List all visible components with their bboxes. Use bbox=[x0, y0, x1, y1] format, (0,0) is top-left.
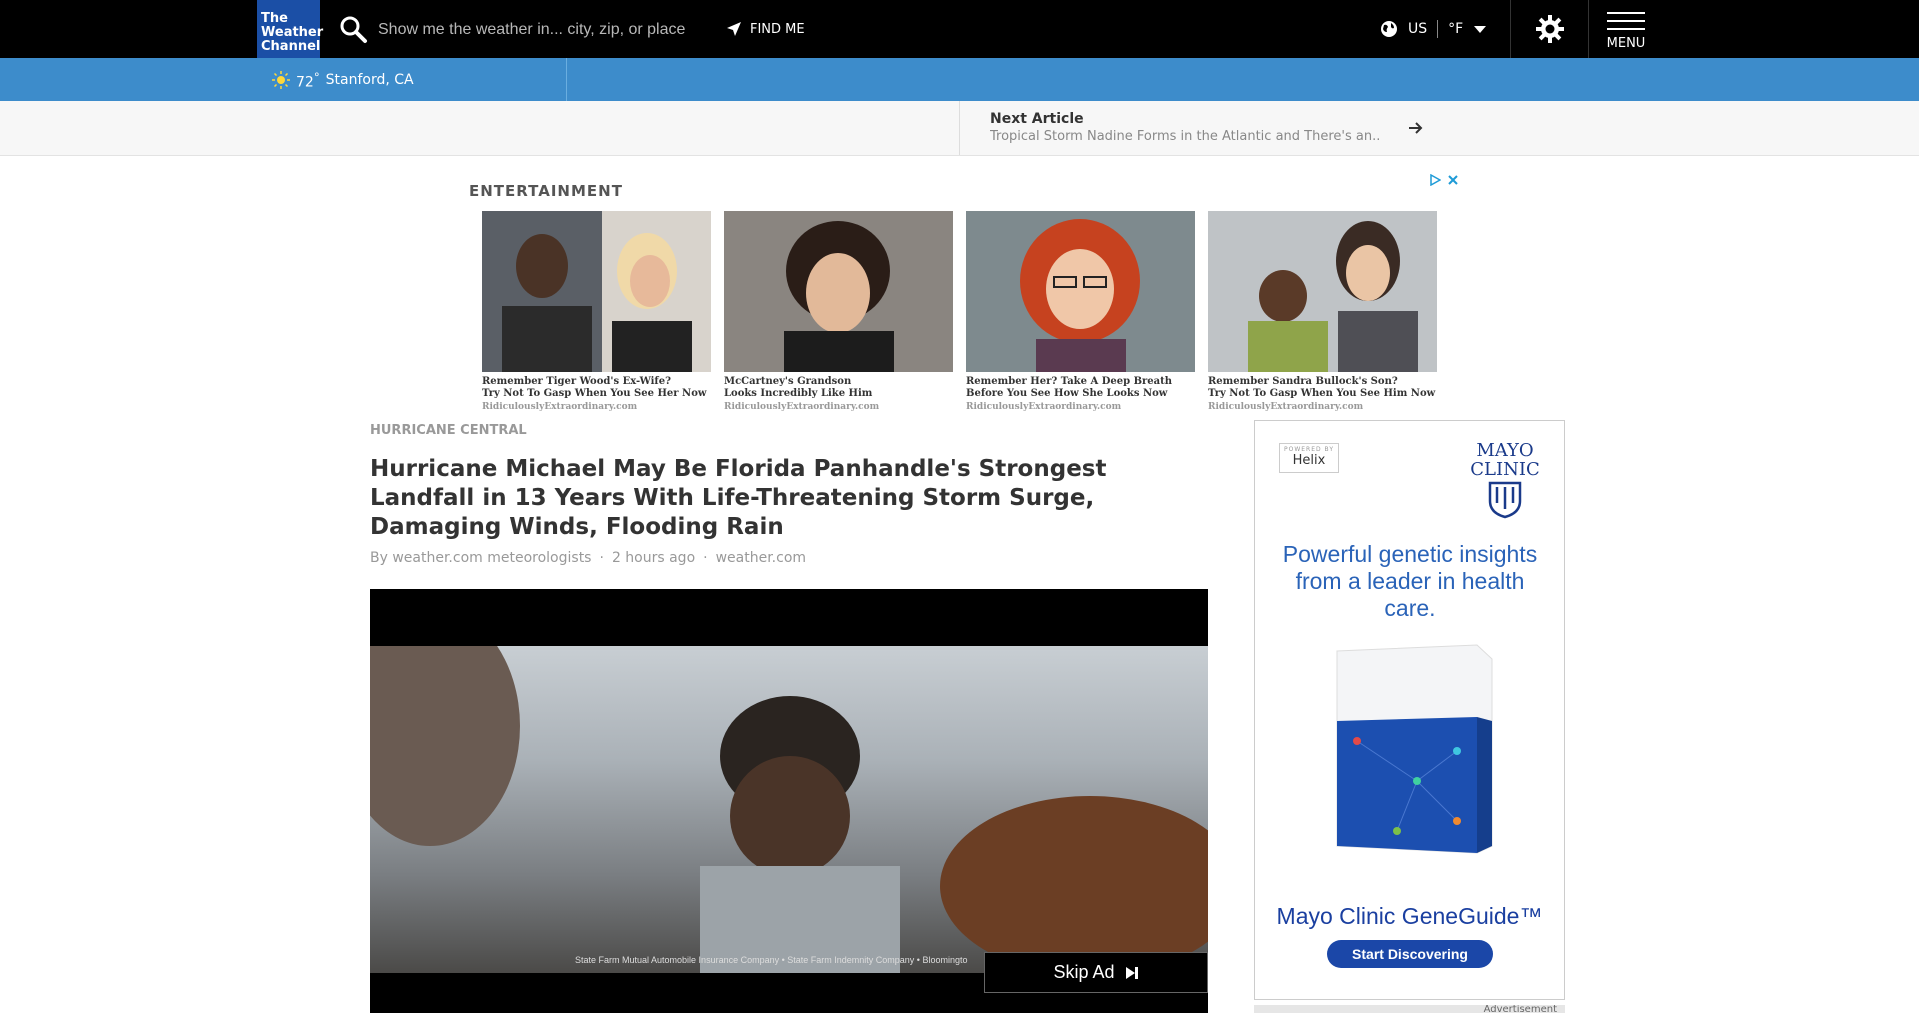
location-bar-divider bbox=[566, 58, 567, 101]
byline-author[interactable]: By weather.com meteorologists bbox=[370, 550, 591, 566]
sponsored-card-headline-2: Try Not To Gasp When You See Her Now bbox=[482, 388, 707, 399]
sponsored-card-headline-1: Remember Her? Take A Deep Breath bbox=[966, 376, 1173, 387]
skip-ad-label: Skip Ad bbox=[1053, 962, 1115, 982]
sponsored-card-image bbox=[724, 211, 953, 372]
sponsored-card-source: RidiculouslyExtraordinary.com bbox=[482, 402, 638, 412]
advertisement-label: Advertisement bbox=[1254, 1005, 1565, 1013]
entertainment-ad-label: ENTERTAINMENT bbox=[469, 182, 623, 200]
globe-icon bbox=[1381, 21, 1397, 37]
temperature-unit: °F bbox=[1448, 21, 1464, 37]
next-article-title[interactable]: Tropical Storm Nadine Forms in the Atlan… bbox=[990, 129, 1380, 144]
current-temperature: 72° bbox=[296, 70, 320, 91]
logo-line-3: Channel bbox=[261, 39, 321, 54]
find-me-button[interactable]: FIND ME bbox=[726, 16, 805, 42]
hamburger-icon bbox=[1607, 12, 1645, 14]
sponsored-card[interactable]: Remember Her? Take A Deep Breath Before … bbox=[966, 211, 1195, 412]
degree-symbol: ° bbox=[313, 70, 320, 84]
sponsored-card-headline-1: Remember Sandra Bullock's Son? bbox=[1208, 376, 1398, 387]
sun-icon bbox=[272, 71, 290, 90]
adchoices-play-icon[interactable] bbox=[1429, 174, 1441, 186]
sponsored-card-headline-2: Looks Incredibly Like Him bbox=[724, 388, 873, 399]
video-frame bbox=[370, 606, 1208, 976]
next-article-divider bbox=[959, 101, 960, 155]
geneguide-product-box bbox=[1336, 644, 1493, 854]
arrow-right-icon[interactable] bbox=[1406, 119, 1424, 137]
sponsored-card[interactable]: Remember Tiger Wood's Ex-Wife? Try Not T… bbox=[482, 211, 711, 412]
powered-by-helix-badge: POWERED BY Helix bbox=[1279, 443, 1339, 473]
ad-product-name: Mayo Clinic GeneGuide™ bbox=[1276, 903, 1543, 929]
byline-separator: · bbox=[703, 550, 708, 566]
sponsored-card-image bbox=[1208, 211, 1437, 372]
nav-divider bbox=[1588, 0, 1589, 58]
ad-headline: Powerful genetic insights from a leader … bbox=[1282, 541, 1538, 621]
nav-divider bbox=[1510, 0, 1511, 58]
sponsored-card-image bbox=[482, 211, 711, 372]
article-headline: Hurricane Michael May Be Florida Panhand… bbox=[370, 456, 1107, 540]
close-icon[interactable] bbox=[1447, 174, 1459, 186]
find-me-label: FIND ME bbox=[750, 21, 805, 37]
logo-line-1: The bbox=[261, 11, 288, 26]
sponsored-card-image bbox=[966, 211, 1195, 372]
sponsored-card-headline-1: McCartney's Grandson bbox=[724, 376, 852, 387]
mayo-clinic-logo: MAYO CLINIC bbox=[1465, 441, 1545, 523]
weather-channel-logo[interactable]: The Weather Channel bbox=[257, 0, 324, 58]
temperature-value: 72 bbox=[296, 74, 314, 91]
location-bar: 72° Stanford, CA bbox=[0, 58, 1919, 101]
sponsored-card-headline-2: Before You See How She Looks Now bbox=[966, 388, 1168, 399]
hamburger-icon-bar bbox=[1607, 20, 1645, 22]
location-arrow-icon bbox=[727, 22, 741, 36]
start-discovering-button[interactable]: Start Discovering bbox=[1327, 940, 1493, 968]
top-navigation-bar: The Weather Channel FIND ME US °F bbox=[0, 0, 1919, 58]
sponsored-card-source: RidiculouslyExtraordinary.com bbox=[966, 402, 1122, 412]
locale-divider bbox=[1437, 20, 1439, 38]
video-ad-disclaimer: State Farm Mutual Automobile Insurance C… bbox=[575, 955, 968, 965]
sponsored-card[interactable]: McCartney's Grandson Looks Incredibly Li… bbox=[724, 211, 953, 412]
menu-button[interactable]: MENU bbox=[1604, 12, 1648, 51]
mayo-logo-line-1: MAYO bbox=[1476, 440, 1534, 461]
current-location[interactable]: 72° Stanford, CA bbox=[272, 70, 414, 91]
country-code: US bbox=[1408, 21, 1428, 37]
skip-next-icon bbox=[1125, 966, 1138, 979]
menu-label: MENU bbox=[1606, 36, 1646, 51]
video-still bbox=[370, 606, 1208, 976]
sponsored-card-source: RidiculouslyExtraordinary.com bbox=[724, 402, 880, 412]
next-article-label: Next Article bbox=[990, 111, 1084, 127]
helix-logo: Helix bbox=[1292, 453, 1326, 468]
gear-icon[interactable] bbox=[1534, 13, 1566, 45]
logo-line-2: Weather bbox=[261, 25, 324, 40]
sponsored-card-headline-1: Remember Tiger Wood's Ex-Wife? bbox=[482, 376, 671, 387]
mayo-logo-line-2: CLINIC bbox=[1470, 459, 1540, 480]
byline-timestamp: 2 hours ago bbox=[611, 550, 696, 566]
side-advertisement[interactable]: POWERED BY Helix MAYO CLINIC Powerful ge… bbox=[1254, 420, 1565, 1000]
search-input[interactable] bbox=[376, 14, 705, 46]
mayo-shield-icon bbox=[1488, 481, 1522, 519]
byline-separator: · bbox=[599, 550, 604, 566]
video-player[interactable]: State Farm Mutual Automobile Insurance C… bbox=[370, 589, 1208, 1013]
chevron-down-icon bbox=[1474, 26, 1487, 33]
skip-ad-button[interactable]: Skip Ad bbox=[984, 952, 1208, 993]
sponsored-card-headline-2: Try Not To Gasp When You See Him Now bbox=[1208, 388, 1436, 399]
powered-by-label: POWERED BY bbox=[1283, 446, 1334, 453]
sponsored-card[interactable]: Remember Sandra Bullock's Son? Try Not T… bbox=[1208, 211, 1437, 412]
hamburger-icon-bar bbox=[1607, 28, 1645, 30]
search-icon[interactable] bbox=[338, 14, 368, 44]
article-category[interactable]: HURRICANE CENTRAL bbox=[370, 423, 527, 438]
location-name: Stanford, CA bbox=[325, 72, 414, 89]
sponsored-card-source: RidiculouslyExtraordinary.com bbox=[1208, 402, 1364, 412]
article-byline: By weather.com meteorologists · 2 hours … bbox=[370, 550, 806, 566]
ad-choices[interactable] bbox=[1429, 174, 1459, 186]
byline-source[interactable]: weather.com bbox=[716, 550, 806, 566]
next-article-bar: Next Article Tropical Storm Nadine Forms… bbox=[0, 101, 1919, 156]
locale-selector[interactable]: US °F bbox=[1380, 16, 1487, 42]
